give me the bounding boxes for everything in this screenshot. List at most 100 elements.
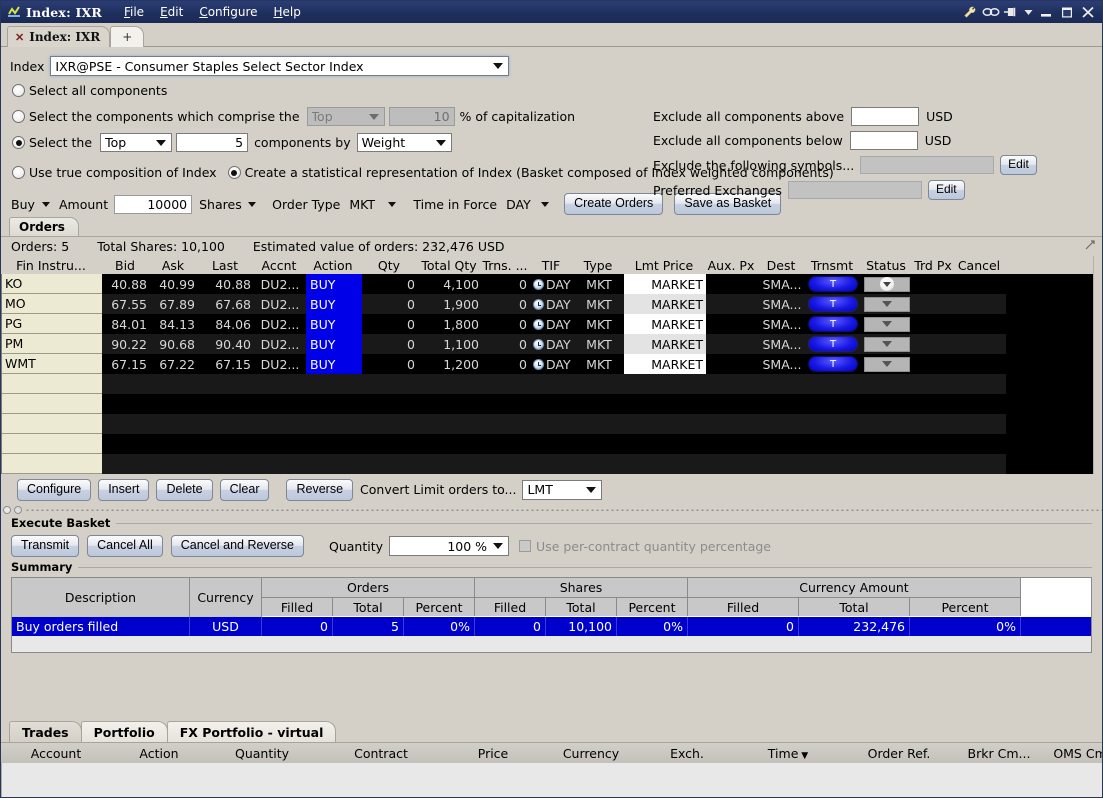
orders-cell-type[interactable]: MKT: [574, 354, 624, 374]
link-icon[interactable]: [981, 3, 1000, 21]
orders-cell-tif[interactable]: DAY: [530, 334, 574, 354]
orders-cell-action[interactable]: [306, 434, 362, 454]
summary-cell-orders-total[interactable]: 5: [333, 617, 404, 636]
convert-limit-combo[interactable]: LMT: [522, 479, 603, 500]
orders-cell-cancel[interactable]: [954, 354, 1006, 374]
orders-cell-total_qty[interactable]: 1,800: [418, 314, 482, 334]
minimize-icon[interactable]: [1036, 3, 1055, 21]
close-icon[interactable]: [1078, 3, 1097, 21]
orders-cell-trns[interactable]: 0: [482, 354, 530, 374]
orders-cell-status[interactable]: [860, 454, 914, 474]
orders-cell-trnsmt[interactable]: T: [806, 354, 860, 374]
orders-cell-type[interactable]: [574, 414, 624, 434]
orders-cell-dest[interactable]: [758, 374, 806, 394]
orders-column-header[interactable]: Trns. ...: [481, 258, 529, 273]
summary-cell-shares-total[interactable]: 10,100: [546, 617, 617, 636]
preferred-exchanges-field[interactable]: [787, 181, 922, 199]
orders-cell-accnt[interactable]: DU2...: [254, 334, 306, 354]
orders-cell-lmt[interactable]: [624, 394, 706, 414]
orders-cell-sym[interactable]: PG: [2, 314, 102, 334]
orders-cell-ask[interactable]: [150, 414, 198, 434]
orders-cell-dest[interactable]: SMA...: [758, 314, 806, 334]
orders-cell-trnsmt[interactable]: T: [806, 334, 860, 354]
orders-cell-bid[interactable]: [102, 414, 150, 434]
orders-column-header[interactable]: Accnt: [253, 258, 305, 273]
bottom-column-header[interactable]: Exch.: [641, 746, 733, 761]
orders-cell-sym[interactable]: [2, 434, 102, 454]
radio-statistical[interactable]: [227, 166, 241, 179]
orders-cell-trnsmt[interactable]: T: [806, 294, 860, 314]
orders-cell-accnt[interactable]: DU2...: [254, 294, 306, 314]
orders-cell-type[interactable]: MKT: [574, 274, 624, 294]
orders-cell-last[interactable]: [198, 394, 254, 414]
summary-subheader[interactable]: Percent: [404, 597, 475, 616]
orders-cell-trd[interactable]: [914, 334, 954, 354]
orders-column-header[interactable]: Cancel: [953, 258, 1005, 273]
bottom-column-header[interactable]: Time ▼: [733, 746, 843, 761]
orders-empty-row[interactable]: [2, 414, 1093, 434]
orders-cell-cancel[interactable]: [954, 294, 1006, 314]
orders-cell-trnsmt[interactable]: [806, 374, 860, 394]
orders-cell-cancel[interactable]: [954, 274, 1006, 294]
summary-cell-orders-percent[interactable]: 0%: [404, 617, 475, 636]
menu-configure[interactable]: Configure: [191, 3, 265, 21]
topn-mode-combo[interactable]: Top: [100, 133, 173, 152]
status-dropdown[interactable]: [864, 296, 910, 312]
tif-combo[interactable]: DAY: [502, 195, 554, 214]
orders-cell-dest[interactable]: [758, 414, 806, 434]
orders-cell-action[interactable]: BUY: [306, 314, 362, 334]
orders-cell-qty[interactable]: [362, 374, 418, 394]
orders-cell-trns[interactable]: [482, 454, 530, 474]
menu-help[interactable]: Help: [266, 3, 309, 21]
orders-cell-ask[interactable]: 67.22: [150, 354, 198, 374]
summary-cell-description[interactable]: Buy orders filled: [12, 617, 190, 636]
orders-cell-accnt[interactable]: [254, 434, 306, 454]
orders-cell-trns[interactable]: 0: [482, 334, 530, 354]
orders-cell-cancel[interactable]: [954, 334, 1006, 354]
insert-button[interactable]: Insert: [98, 478, 150, 501]
orders-cell-aux[interactable]: [706, 334, 758, 354]
orders-row[interactable]: WMT 67.15 67.22 67.15 DU2... BUY 0 1,200 0 DAY MKT…: [2, 354, 1093, 374]
orders-cell-sym[interactable]: [2, 454, 102, 474]
side-combo[interactable]: Buy: [9, 195, 55, 214]
exclude-symbols-field[interactable]: [860, 156, 995, 174]
order-type-combo[interactable]: MKT: [345, 195, 401, 214]
orders-cell-tif[interactable]: DAY: [530, 314, 574, 334]
splitter-down-icon[interactable]: [14, 505, 22, 514]
orders-cell-type[interactable]: [574, 434, 624, 454]
orders-cell-sym[interactable]: MO: [2, 294, 102, 314]
orders-cell-cancel[interactable]: [954, 394, 1006, 414]
orders-cell-cancel[interactable]: [954, 374, 1006, 394]
summary-col-currency[interactable]: Currency: [190, 578, 262, 617]
orders-cell-accnt[interactable]: [254, 374, 306, 394]
orders-cell-dest[interactable]: [758, 454, 806, 474]
orders-cell-last[interactable]: [198, 414, 254, 434]
orders-cell-sym[interactable]: PM: [2, 334, 102, 354]
orders-cell-accnt[interactable]: [254, 414, 306, 434]
option-topn-row[interactable]: Select the Top 5 components by Weight: [12, 133, 452, 152]
orders-cell-aux[interactable]: [706, 454, 758, 474]
orders-cell-aux[interactable]: [706, 374, 758, 394]
orders-cell-bid[interactable]: 40.88: [102, 274, 150, 294]
tab-close-icon[interactable]: ✕: [15, 31, 24, 44]
bottom-column-header[interactable]: Action: [111, 746, 207, 761]
menu-file[interactable]: File: [116, 3, 152, 21]
status-dropdown[interactable]: [864, 336, 910, 352]
create-orders-button[interactable]: Create Orders: [564, 193, 664, 215]
bottom-column-header[interactable]: Currency: [541, 746, 641, 761]
orders-cell-status[interactable]: [860, 314, 914, 334]
radio-true-composition[interactable]: [12, 166, 25, 179]
orders-column-header[interactable]: Status: [859, 258, 913, 273]
summary-subheader[interactable]: Total: [333, 597, 404, 616]
orders-cell-tif[interactable]: [530, 414, 574, 434]
orders-cell-sym[interactable]: KO: [2, 274, 102, 294]
bottom-column-header[interactable]: Order Ref.: [843, 746, 955, 761]
orders-cell-status[interactable]: [860, 294, 914, 314]
orders-column-header[interactable]: Action: [305, 258, 361, 273]
bottom-column-header[interactable]: Brkr Cm...: [955, 746, 1043, 761]
exclude-below-field[interactable]: [849, 131, 918, 150]
orders-cell-dest[interactable]: [758, 394, 806, 414]
orders-cell-status[interactable]: [860, 274, 914, 294]
orders-cell-trns[interactable]: 0: [482, 274, 530, 294]
orders-cell-trnsmt[interactable]: T: [806, 274, 860, 294]
